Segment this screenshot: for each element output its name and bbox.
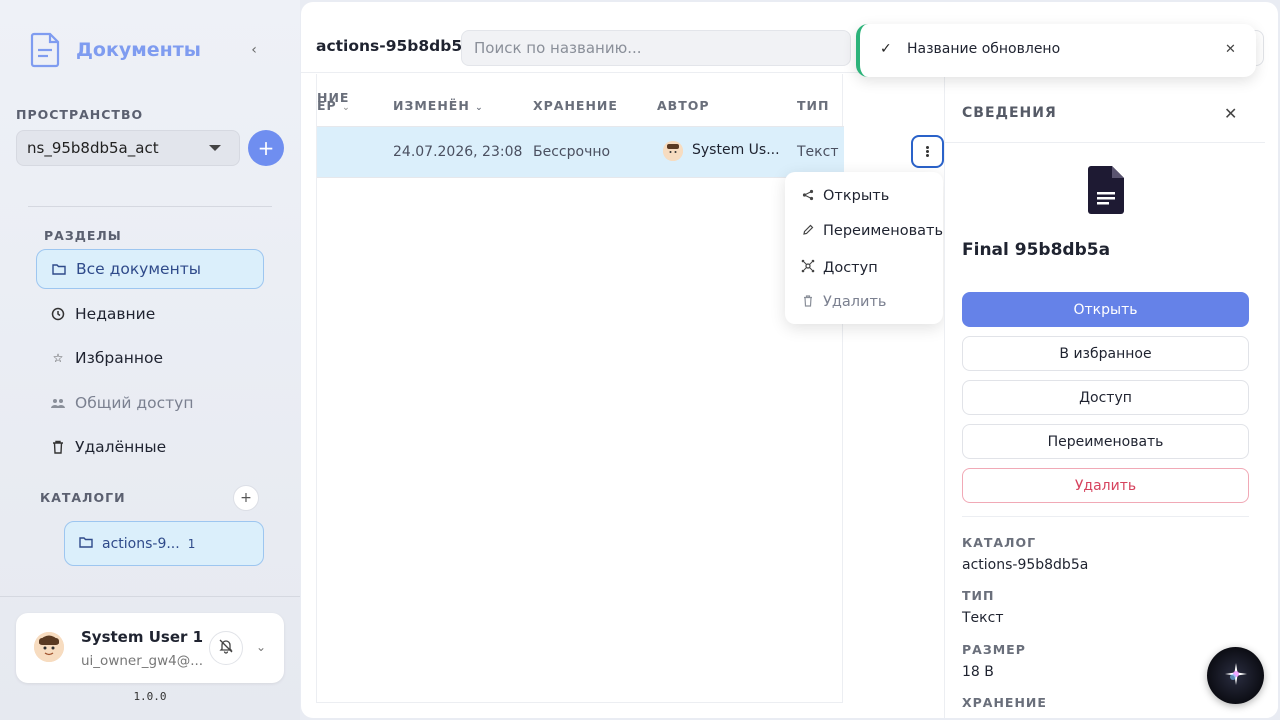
cell-type: Текст — [797, 144, 839, 160]
bell-off-icon — [218, 638, 234, 658]
space-select-value: ns_95b8db5a_act — [27, 139, 159, 157]
type-label: ТИП — [962, 588, 995, 603]
toast-message: Название обновлено — [907, 41, 1061, 57]
cell-modified: 24.07.2026, 23:08 — [393, 144, 523, 160]
menu-item-access[interactable]: Доступ — [801, 259, 878, 276]
column-header-type[interactable]: ТИП — [797, 98, 829, 113]
plus-icon: + — [240, 490, 252, 506]
menu-item-rename[interactable]: Переименовать — [801, 223, 943, 239]
divider — [962, 516, 1249, 517]
column-header-modified[interactable]: ИЗМЕНЁН ⌄ — [393, 98, 484, 113]
menu-item-open[interactable]: Открыть — [801, 188, 889, 204]
add-space-button[interactable]: + — [248, 130, 284, 166]
close-icon: ✕ — [1224, 104, 1238, 123]
sections-label: РАЗДЕЛЫ — [44, 228, 122, 243]
caret-down-icon — [209, 145, 221, 151]
add-catalog-button[interactable]: + — [233, 485, 259, 511]
access-button[interactable]: Доступ — [962, 380, 1249, 415]
trash-icon — [801, 294, 815, 310]
app-version: 1.0.0 — [133, 690, 167, 703]
plus-icon: + — [257, 136, 275, 160]
open-button[interactable]: Открыть — [962, 292, 1249, 327]
catalog-label: КАТАЛОГ — [962, 535, 1037, 550]
space-select[interactable]: ns_95b8db5a_act — [16, 130, 240, 166]
sidebar-item-deleted[interactable]: Удалённые — [36, 427, 264, 467]
sparkle-icon — [1223, 661, 1249, 691]
users-icon — [50, 395, 66, 411]
divider — [945, 142, 1265, 143]
catalog-item[interactable]: actions-9... 1 — [64, 521, 264, 566]
sidebar-item-label: Избранное — [75, 349, 164, 367]
folder-icon — [79, 536, 93, 552]
more-vertical-icon — [926, 145, 929, 158]
pencil-icon — [801, 224, 815, 239]
author-avatar — [663, 141, 683, 161]
main-content: actions-95b8db5a НИЕ ЕР ⌄ ИЗМЕНЁН ⌄ ХРАН… — [301, 2, 1278, 718]
size-label: РАЗМЕР — [962, 642, 1026, 657]
folder-icon — [51, 261, 67, 277]
clock-icon — [50, 306, 66, 322]
chevron-left-icon: ‹ — [251, 42, 257, 58]
divider — [28, 206, 272, 207]
user-menu-chevron-down-icon[interactable]: ⌄ — [256, 640, 266, 654]
document-logo-icon — [30, 32, 62, 68]
access-icon — [801, 259, 815, 276]
search-input[interactable] — [461, 30, 851, 66]
toast-notification: ✓ Название обновлено ✕ — [856, 24, 1256, 77]
details-panel: СВЕДЕНИЯ ✕ Final 95b8db5a Открыть В избр… — [944, 72, 1278, 718]
context-menu: Открыть Переименовать Доступ Удалить — [785, 172, 943, 324]
catalog-value: actions-95b8db5a — [962, 557, 1089, 573]
column-header-storage[interactable]: ХРАНЕНИЕ — [533, 98, 618, 113]
sidebar-item-label: Удалённые — [75, 438, 167, 456]
user-card[interactable]: System User 1 ui_owner_gw4@... ⌄ — [16, 613, 284, 683]
app-title: Документы — [76, 39, 201, 61]
catalog-label: actions-9... — [102, 535, 180, 552]
assistant-button[interactable] — [1207, 647, 1264, 704]
close-details-button[interactable]: ✕ — [1224, 104, 1237, 123]
catalog-count: 1 — [187, 536, 196, 551]
column-header-author[interactable]: АВТОР — [657, 98, 710, 113]
type-value: Текст — [962, 610, 1004, 626]
column-header-partial[interactable]: ЕР ⌄ — [317, 98, 351, 113]
space-label: ПРОСТРАНСТВО — [16, 107, 144, 122]
divider — [0, 596, 300, 597]
sidebar-item-label: Все документы — [76, 260, 201, 278]
collapse-sidebar-button[interactable]: ‹ — [244, 40, 264, 60]
add-to-favorites-button[interactable]: В избранное — [962, 336, 1249, 371]
file-text-icon — [1088, 166, 1124, 214]
delete-button[interactable]: Удалить — [962, 468, 1249, 503]
sidebar-item-recent[interactable]: Недавние — [36, 294, 264, 334]
trash-icon — [50, 439, 66, 455]
user-email: ui_owner_gw4@... — [81, 653, 204, 669]
catalogs-label: КАТАЛОГИ — [40, 490, 126, 505]
star-icon: ☆ — [52, 351, 64, 365]
cell-storage: Бессрочно — [533, 144, 611, 160]
notifications-button[interactable] — [209, 631, 243, 665]
sidebar: Документы ‹ ПРОСТРАНСТВО ns_95b8db5a_act… — [0, 0, 300, 720]
page-title: actions-95b8db5a — [316, 37, 473, 55]
sidebar-item-all-documents[interactable]: Все документы — [36, 249, 264, 289]
details-title: СВЕДЕНИЯ — [962, 105, 1057, 121]
file-name: Final 95b8db5a — [962, 240, 1111, 260]
menu-item-delete[interactable]: Удалить — [801, 294, 886, 310]
rename-button[interactable]: Переименовать — [962, 424, 1249, 459]
sidebar-item-favorites[interactable]: ☆ Избранное — [36, 338, 264, 378]
sidebar-item-shared[interactable]: Общий доступ — [36, 383, 264, 423]
row-actions-button[interactable] — [911, 135, 944, 168]
check-icon: ✓ — [880, 41, 892, 57]
documents-table: НИЕ ЕР ⌄ ИЗМЕНЁН ⌄ ХРАНЕНИЕ АВТОР ТИП 24… — [316, 74, 844, 703]
user-name: System User 1 — [81, 628, 204, 646]
avatar — [34, 632, 64, 662]
storage-label: ХРАНЕНИЕ — [962, 695, 1047, 710]
size-value: 18 B — [962, 664, 994, 680]
table-row[interactable]: 24.07.2026, 23:08 Бессрочно System Us...… — [317, 127, 844, 178]
brand[interactable]: Документы — [30, 32, 201, 68]
sidebar-item-label: Общий доступ — [75, 394, 194, 412]
sort-chevron-down-icon: ⌄ — [475, 103, 484, 113]
cell-author: System Us... — [692, 142, 780, 158]
sidebar-item-label: Недавние — [75, 305, 156, 323]
toast-close-button[interactable]: ✕ — [1225, 42, 1236, 57]
share-icon — [801, 189, 815, 204]
